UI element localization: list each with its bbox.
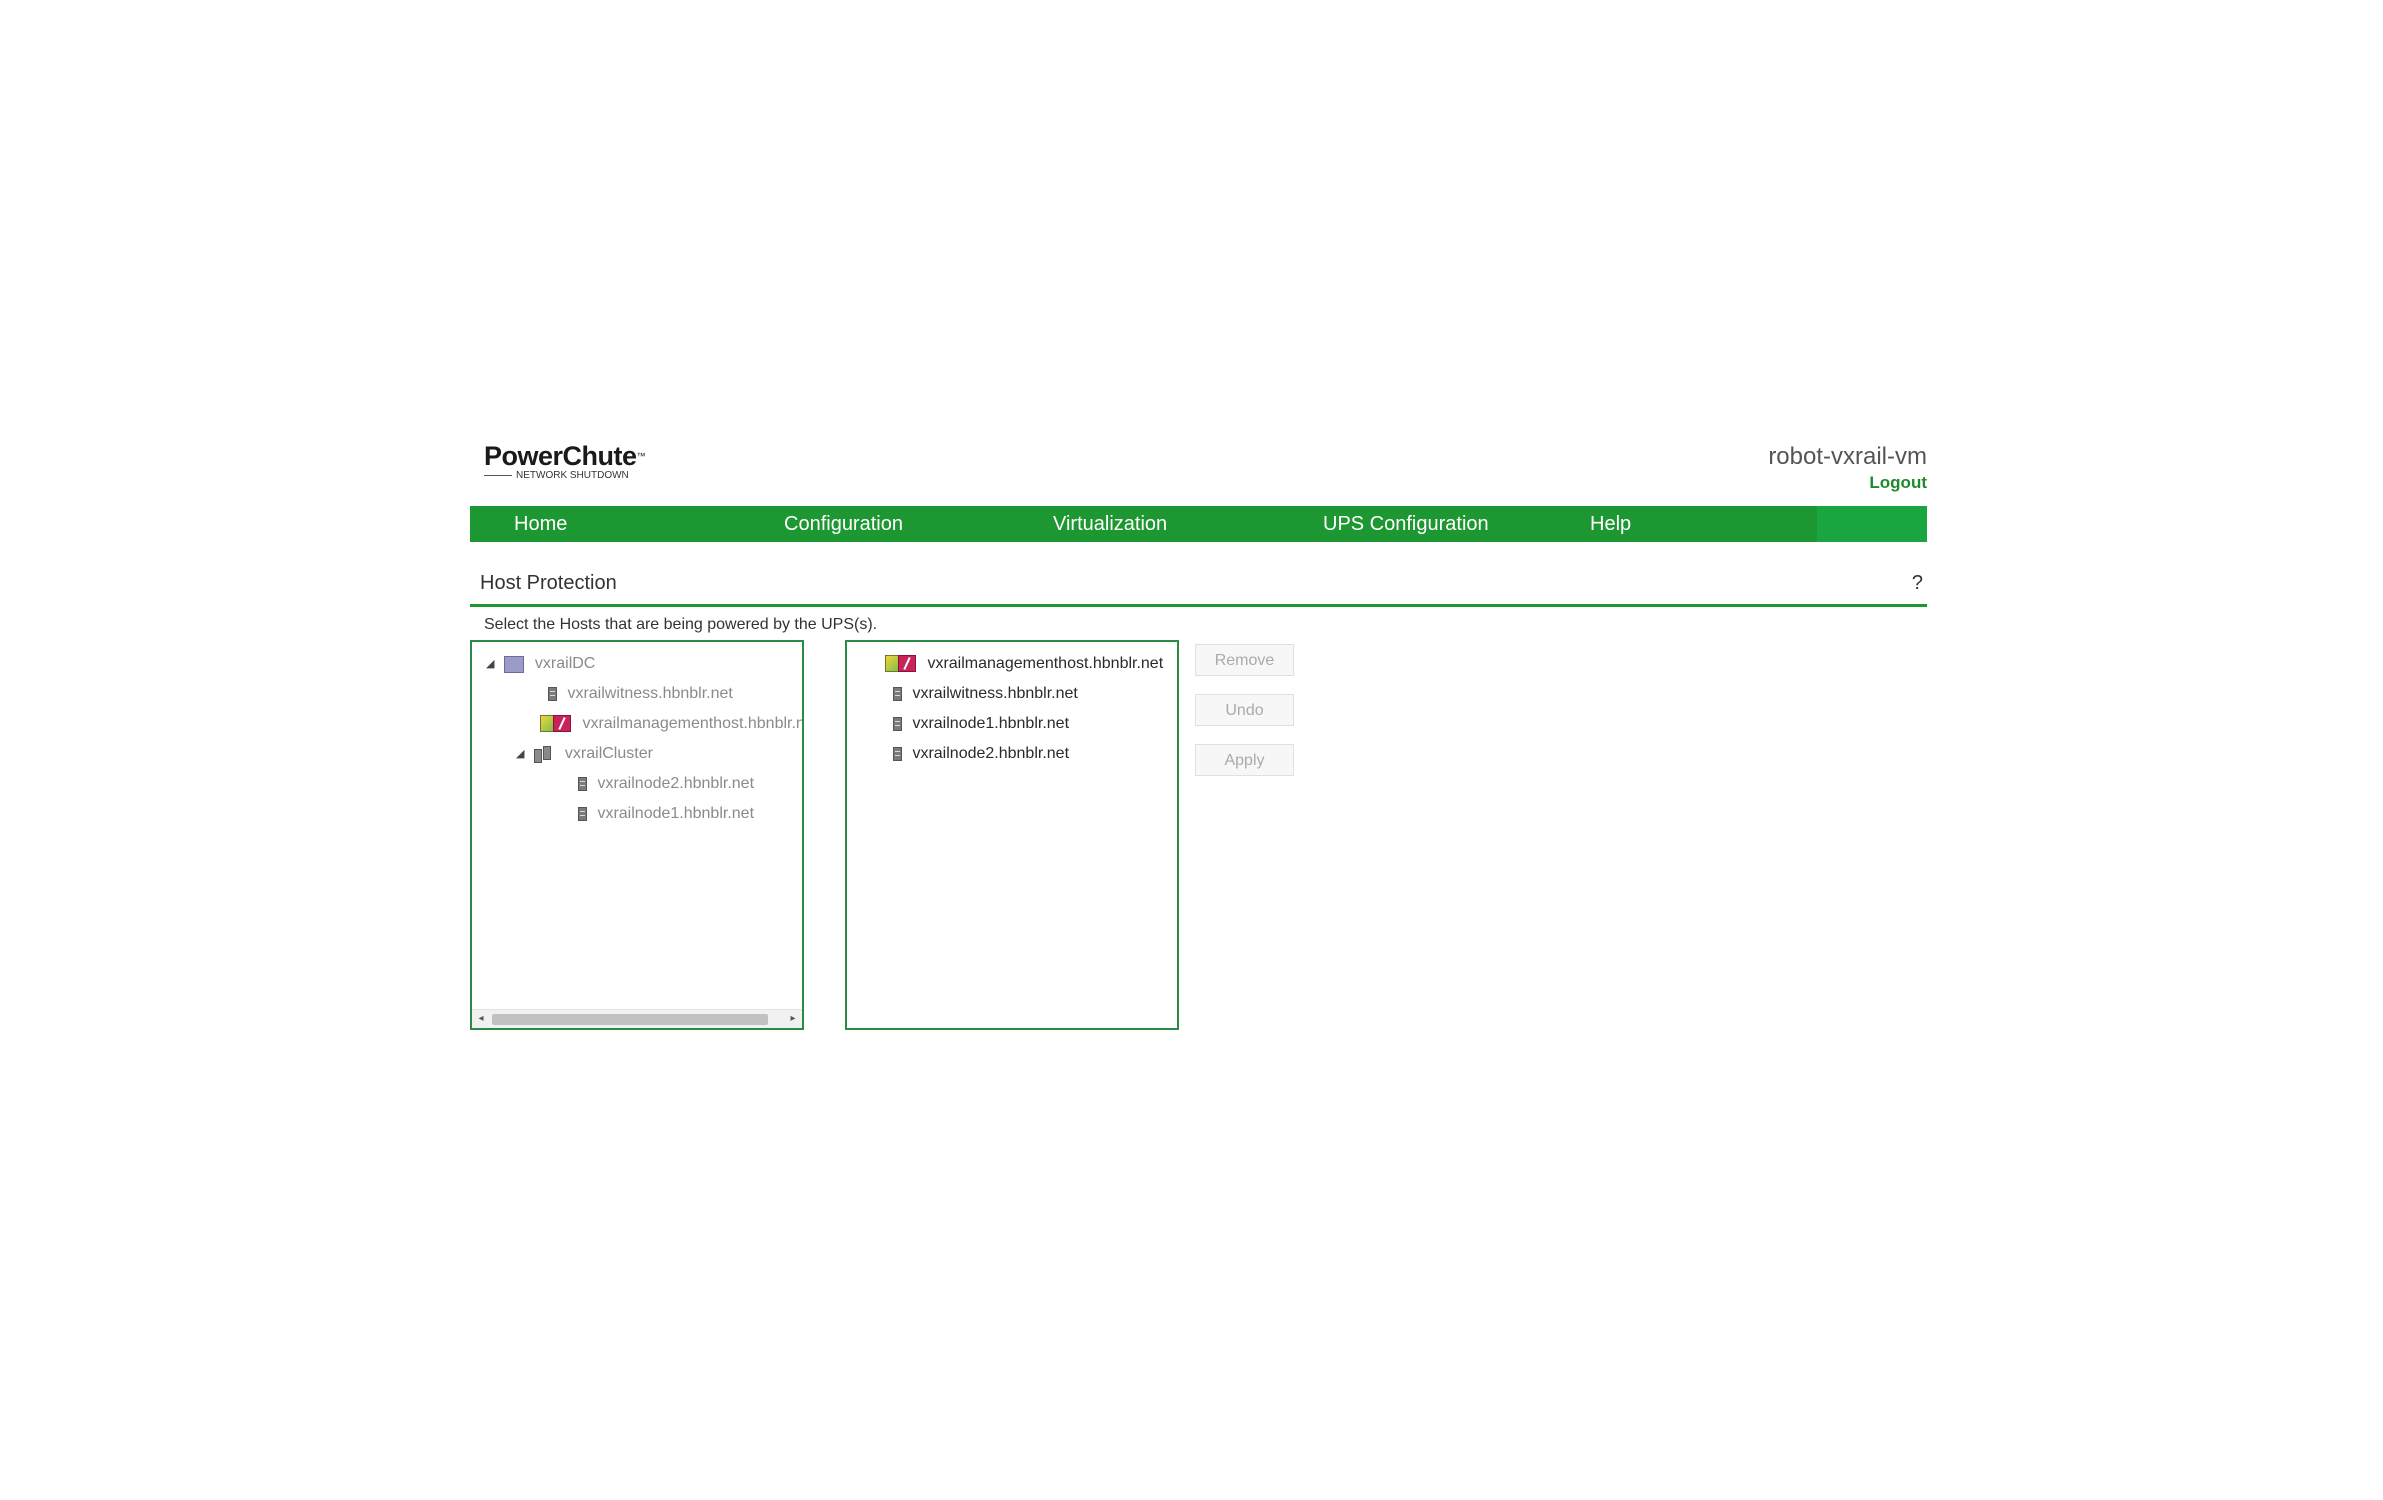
app-root: PowerChute™ NETWORK SHUTDOWN robot-vxrai… xyxy=(470,440,1927,1030)
tree-item-label: vxrailwitness.hbnblr.net xyxy=(567,685,733,702)
header: PowerChute™ NETWORK SHUTDOWN robot-vxrai… xyxy=(470,440,1927,506)
remove-button[interactable]: Remove xyxy=(1195,644,1294,676)
nav-help[interactable]: Help xyxy=(1590,506,1631,542)
selected-hosts-panel[interactable]: vxrailmanagementhost.hbnblr.net vxrailwi… xyxy=(845,640,1179,1030)
logo-text: PowerChute xyxy=(484,441,637,471)
tree-item-datacenter[interactable]: ◢ vxrailDC xyxy=(486,649,595,679)
server-icon xyxy=(893,686,902,701)
nav-configuration[interactable]: Configuration xyxy=(784,506,903,542)
selected-item-node1[interactable]: vxrailnode1.hbnblr.net xyxy=(893,709,1069,739)
selected-item-witness[interactable]: vxrailwitness.hbnblr.net xyxy=(893,679,1078,709)
selected-item-label: vxrailmanagementhost.hbnblr.net xyxy=(927,655,1164,672)
section-header: Host Protection ? xyxy=(470,570,1927,607)
nav-end-block xyxy=(1817,506,1927,542)
server-icon xyxy=(578,776,587,791)
tree-item-label: vxrailnode2.hbnblr.net xyxy=(597,775,755,792)
logo-trademark: ™ xyxy=(636,451,646,461)
cluster-icon xyxy=(534,745,554,763)
tree-item-witness[interactable]: vxrailwitness.hbnblr.net xyxy=(548,679,733,709)
help-button[interactable]: ? xyxy=(1912,572,1923,595)
host-info: robot-vxrail-vm Logout xyxy=(1768,442,1927,494)
page-title: Host Protection xyxy=(480,572,617,594)
available-hosts-panel[interactable]: ◢ vxrailDC vxrailwitness.hbnblr.net vxra… xyxy=(470,640,804,1030)
nav-home[interactable]: Home xyxy=(514,506,567,542)
hostname: robot-vxrail-vm xyxy=(1768,443,1927,470)
expand-icon[interactable]: ◢ xyxy=(516,739,530,769)
logout-link[interactable]: Logout xyxy=(1768,472,1927,494)
vm-host-icon xyxy=(540,715,572,733)
horizontal-scrollbar[interactable]: ◂ ▸ xyxy=(472,1009,802,1028)
tree-item-label: vxrailmanagementhost.hbnblr.net xyxy=(582,715,804,732)
tree-item-label: vxrailnode1.hbnblr.net xyxy=(597,805,755,822)
main-nav: Home Configuration Virtualization UPS Co… xyxy=(470,506,1927,542)
server-icon xyxy=(578,806,587,821)
selected-item-label: vxrailnode2.hbnblr.net xyxy=(912,745,1070,762)
server-icon xyxy=(893,716,902,731)
logo-subtitle: NETWORK SHUTDOWN xyxy=(516,470,629,481)
selected-item-management-host[interactable]: vxrailmanagementhost.hbnblr.net xyxy=(885,649,1163,679)
server-icon xyxy=(893,746,902,761)
scrollbar-thumb[interactable] xyxy=(492,1014,768,1025)
nav-ups-configuration[interactable]: UPS Configuration xyxy=(1323,506,1489,542)
nav-virtualization[interactable]: Virtualization xyxy=(1053,506,1167,542)
logo-rule xyxy=(484,475,512,476)
selected-item-label: vxrailwitness.hbnblr.net xyxy=(912,685,1078,702)
vm-host-icon xyxy=(885,655,917,673)
datacenter-icon xyxy=(504,655,525,673)
tree-item-node2[interactable]: vxrailnode2.hbnblr.net xyxy=(578,769,754,799)
scroll-left-arrow-icon[interactable]: ◂ xyxy=(472,1010,490,1028)
tree-item-label: vxrailDC xyxy=(534,655,596,673)
selected-item-label: vxrailnode1.hbnblr.net xyxy=(912,715,1070,732)
selected-item-node2[interactable]: vxrailnode2.hbnblr.net xyxy=(893,739,1069,769)
scroll-right-arrow-icon[interactable]: ▸ xyxy=(784,1010,802,1028)
powerchute-logo: PowerChute™ NETWORK SHUTDOWN xyxy=(484,440,646,481)
tree-item-node1[interactable]: vxrailnode1.hbnblr.net xyxy=(578,799,754,829)
server-icon xyxy=(548,686,557,701)
expand-icon[interactable]: ◢ xyxy=(486,649,500,679)
tree-item-management-host[interactable]: vxrailmanagementhost.hbnblr.net xyxy=(540,709,804,739)
tree-item-label: vxrailCluster xyxy=(564,745,653,763)
tree-item-cluster[interactable]: ◢ vxrailCluster xyxy=(516,739,653,769)
apply-button[interactable]: Apply xyxy=(1195,744,1294,776)
instruction-text: Select the Hosts that are being powered … xyxy=(484,616,878,633)
undo-button[interactable]: Undo xyxy=(1195,694,1294,726)
